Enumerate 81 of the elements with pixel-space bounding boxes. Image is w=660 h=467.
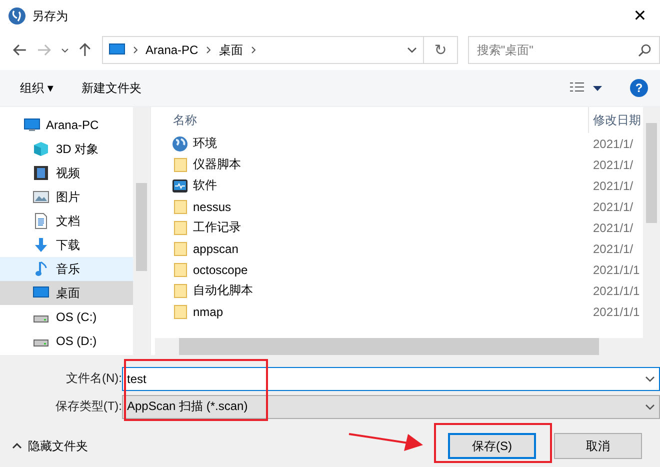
search-field[interactable]: 搜索"桌面" — [468, 36, 660, 64]
refresh-button[interactable]: ↻ — [424, 36, 458, 64]
folder-icon — [172, 240, 188, 256]
scrollbar[interactable] — [155, 338, 660, 355]
field-label: 保存类型(T): — [54, 398, 122, 415]
window-title: 另存为 — [32, 8, 69, 24]
chevron-up-icon[interactable] — [12, 443, 22, 449]
filename-field[interactable]: test — [122, 366, 660, 390]
file-name[interactable]: appscan — [171, 240, 588, 256]
sidebar-item[interactable]: 3D 对象 — [0, 137, 133, 161]
monitor-app-icon — [172, 178, 188, 194]
app-logo-icon — [8, 7, 26, 25]
breadcrumb[interactable]: 桌面 — [219, 42, 244, 58]
film-icon — [33, 165, 49, 181]
sidebar-item[interactable]: Arana-PC — [0, 113, 133, 137]
table-cell-text: 2021/1/1 — [592, 304, 641, 318]
table-cell-text: 2021/1/ — [592, 200, 634, 214]
dialog-button[interactable]: 保存(S) — [448, 433, 536, 459]
address-bar[interactable]: Arana-PC 桌面 — [102, 36, 424, 64]
help-button[interactable]: ? — [630, 79, 648, 97]
monitor-icon — [24, 118, 40, 132]
close-button[interactable]: ✕ — [620, 0, 660, 32]
sidebar-item[interactable]: OS (D:) — [0, 329, 133, 353]
chevron-right-icon[interactable] — [132, 46, 138, 54]
dialog-button[interactable]: 取消 — [554, 433, 642, 459]
cube-icon — [33, 141, 49, 157]
folder-icon — [172, 282, 188, 298]
globe-icon — [172, 136, 188, 152]
scrollbar[interactable] — [643, 107, 660, 338]
column-header[interactable]: 名称 — [173, 112, 588, 128]
chevron-down-icon[interactable] — [407, 47, 418, 53]
down-arrow-icon — [33, 237, 49, 253]
back-arrow-icon[interactable] — [13, 44, 27, 56]
chevron-down-icon[interactable] — [645, 376, 655, 382]
new-folder-button[interactable]: 新建文件夹 — [81, 80, 142, 96]
breadcrumb[interactable]: Arana-PC — [146, 43, 198, 57]
table-cell-text: 2021/1/ — [592, 242, 634, 256]
picture-icon — [33, 190, 49, 204]
table-cell-text: 2021/1/ — [592, 178, 634, 192]
table-cell-text: 2021/1/1 — [592, 284, 641, 298]
table-cell-text: 2021/1/ — [592, 220, 634, 234]
monitor-icon — [108, 43, 125, 57]
folder-icon — [172, 304, 188, 320]
table-cell-text: 2021/1/ — [592, 158, 634, 172]
field-label: 文件名(N): — [65, 370, 122, 387]
hide-folders-button[interactable]: 隐藏文件夹 — [28, 438, 88, 454]
organize-menu[interactable]: 组织 ▾ — [20, 80, 54, 96]
chevron-right-icon[interactable] — [251, 46, 256, 54]
document-icon — [34, 213, 48, 229]
search-icon — [638, 44, 652, 56]
music-note-icon — [35, 261, 47, 277]
file-name[interactable]: nessus — [171, 198, 588, 214]
chevron-down-icon[interactable] — [60, 48, 69, 52]
monitor-icon — [33, 286, 49, 300]
file-name[interactable]: 仪器脚本 — [171, 156, 588, 173]
file-type-dropdown[interactable]: AppScan 扫描 (*.scan) — [122, 394, 660, 418]
file-name[interactable]: 工作记录 — [171, 219, 588, 236]
folder-icon — [172, 220, 188, 236]
file-name[interactable]: nmap — [171, 304, 588, 320]
sidebar-item[interactable]: 视频 — [0, 161, 133, 185]
folder-icon — [172, 262, 188, 278]
view-list-icon[interactable] — [569, 82, 585, 94]
sidebar-item[interactable]: 下载 — [0, 233, 133, 257]
sidebar-item[interactable]: 图片 — [0, 185, 133, 209]
sidebar-item[interactable]: 文档 — [0, 209, 133, 233]
sidebar-item[interactable]: OS (C:) — [0, 305, 133, 329]
sidebar-item[interactable]: 音乐 — [0, 257, 133, 281]
up-arrow-icon[interactable] — [78, 43, 91, 57]
sidebar-item[interactable]: 桌面 — [0, 281, 133, 305]
file-name[interactable]: octoscope — [171, 262, 588, 278]
file-name[interactable]: 软件 — [171, 177, 588, 194]
chevron-down-icon[interactable] — [645, 404, 655, 410]
folder-icon — [172, 156, 188, 172]
table-cell-text: 2021/1/ — [592, 136, 634, 150]
file-name[interactable]: 自动化脚本 — [171, 282, 588, 299]
chevron-right-icon[interactable] — [206, 46, 212, 54]
folder-icon — [172, 198, 188, 214]
file-name[interactable]: 环境 — [171, 135, 588, 152]
scrollbar[interactable] — [133, 107, 150, 355]
caret-icon[interactable] — [593, 86, 602, 90]
table-cell-text: 2021/1/1 — [592, 262, 641, 276]
